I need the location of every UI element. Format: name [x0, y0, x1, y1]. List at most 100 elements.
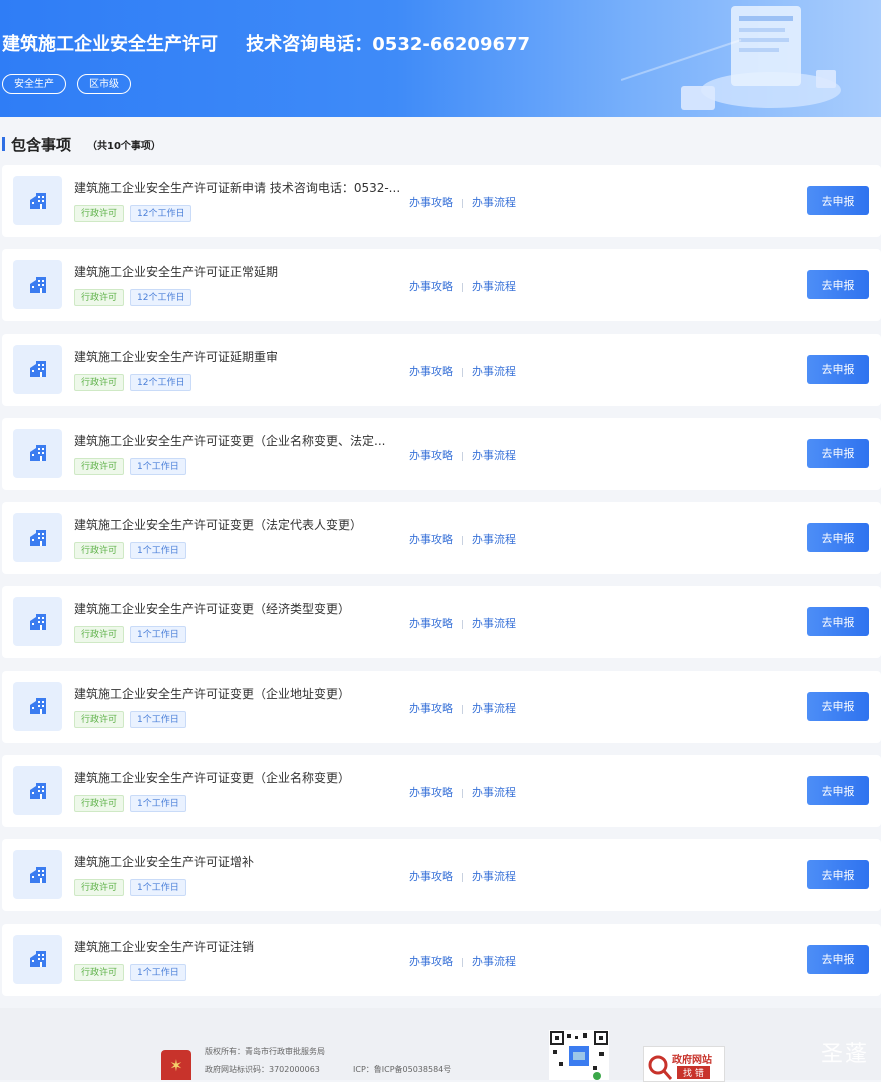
item-type-badge: 行政许可 [74, 542, 125, 560]
section-accent-bar [2, 137, 5, 151]
guide-link[interactable]: 办事攻略 [409, 533, 453, 546]
guide-link[interactable]: 办事攻略 [409, 365, 453, 378]
header-banner: 建筑施工企业安全生产许可 技术咨询电话：0532-66209677 安全生产 区… [0, 0, 881, 117]
footer-icp[interactable]: ICP：鲁ICP备05038584号 [353, 1064, 451, 1075]
gov-badge-subtitle: 找 错 [677, 1066, 710, 1079]
item-title[interactable]: 建筑施工企业安全生产许可证延期重审 [74, 348, 278, 365]
item-title[interactable]: 建筑施工企业安全生产许可证注销 [74, 938, 254, 955]
guide-link[interactable]: 办事攻略 [409, 702, 453, 715]
item-title[interactable]: 建筑施工企业安全生产许可证变更（企业名称变更、法定... [74, 432, 385, 449]
building-icon [13, 681, 62, 731]
item-links: 办事攻略 | 办事流程 [409, 531, 516, 547]
section-header: 包含事项 （共10个事项） [0, 134, 881, 154]
building-icon [13, 428, 62, 478]
flow-link[interactable]: 办事流程 [472, 196, 516, 209]
apply-button[interactable]: 去申报 [807, 776, 869, 806]
link-separator: | [461, 873, 465, 884]
apply-button[interactable]: 去申报 [807, 270, 869, 300]
link-separator: | [461, 789, 465, 800]
tag-district-level[interactable]: 区市级 [77, 74, 131, 94]
apply-button[interactable]: 去申报 [807, 860, 869, 890]
guide-link[interactable]: 办事攻略 [409, 196, 453, 209]
building-icon [13, 766, 62, 816]
item-links: 办事攻略 | 办事流程 [409, 363, 516, 379]
flow-link[interactable]: 办事流程 [472, 365, 516, 378]
item-title[interactable]: 建筑施工企业安全生产许可证变更（经济类型变更） [74, 600, 350, 617]
item-type-badge: 行政许可 [74, 963, 125, 981]
item-title[interactable]: 建筑施工企业安全生产许可证正常延期 [74, 263, 278, 280]
apply-button[interactable]: 去申报 [807, 186, 869, 215]
item-links: 办事攻略 | 办事流程 [409, 194, 516, 210]
item-title[interactable]: 建筑施工企业安全生产许可证增补 [74, 853, 254, 870]
list-item-1: 建筑施工企业安全生产许可证新申请 技术咨询电话：0532-... 行政许可 12… [2, 165, 881, 237]
apply-button[interactable]: 去申报 [807, 944, 869, 974]
item-links: 办事攻略 | 办事流程 [409, 784, 516, 800]
gov-site-error-badge[interactable]: 政府网站 找 错 [643, 1046, 725, 1082]
item-title[interactable]: 建筑施工企业安全生产许可证变更（企业名称变更） [74, 769, 350, 786]
list-item-10: 建筑施工企业安全生产许可证注销 行政许可 1个工作日 办事攻略 | 办事流程 去申报 [2, 923, 881, 996]
building-icon [13, 176, 62, 225]
guide-link[interactable]: 办事攻略 [409, 617, 453, 630]
apply-button[interactable]: 去申报 [807, 607, 869, 637]
footer-site-id: 政府网站标识码：3702000063 [205, 1065, 320, 1074]
link-separator: | [461, 704, 465, 715]
apply-button[interactable]: 去申报 [807, 691, 869, 721]
guide-link[interactable]: 办事攻略 [409, 280, 453, 293]
magnifier-icon [648, 1055, 672, 1080]
apply-button[interactable]: 去申报 [807, 438, 869, 468]
link-separator: | [461, 283, 465, 294]
item-duration-badge: 1个工作日 [130, 795, 186, 813]
link-separator: | [461, 199, 465, 209]
item-links: 办事攻略 | 办事流程 [409, 615, 516, 631]
guide-link[interactable]: 办事攻略 [409, 449, 453, 462]
flow-link[interactable]: 办事流程 [472, 786, 516, 799]
item-duration-badge: 12个工作日 [130, 205, 192, 222]
item-type-badge: 行政许可 [74, 626, 125, 644]
flow-link[interactable]: 办事流程 [472, 280, 516, 293]
flow-link[interactable]: 办事流程 [472, 617, 516, 630]
building-icon [13, 260, 62, 310]
link-separator: | [461, 536, 465, 547]
list-item-4: 建筑施工企业安全生产许可证变更（企业名称变更、法定... 行政许可 1个工作日 … [2, 417, 881, 490]
footer: ✶ 版权所有：青岛市行政审批服务局 政府网站标识码：3702000063 ICP… [0, 1008, 881, 1082]
section-title: 包含事项 [11, 136, 72, 154]
flow-link[interactable]: 办事流程 [472, 533, 516, 546]
list-item-3: 建筑施工企业安全生产许可证延期重审 行政许可 12个工作日 办事攻略 | 办事流程 … [2, 333, 881, 406]
item-duration-badge: 12个工作日 [130, 373, 192, 391]
item-duration-badge: 1个工作日 [130, 542, 186, 560]
item-type-badge: 行政许可 [74, 205, 125, 222]
flow-link[interactable]: 办事流程 [472, 870, 516, 883]
section-count: （共10个事项） [87, 141, 161, 152]
item-duration-badge: 1个工作日 [130, 457, 186, 475]
link-separator: | [461, 367, 465, 378]
item-type-badge: 行政许可 [74, 795, 125, 813]
item-duration-badge: 1个工作日 [130, 626, 186, 644]
page-title: 建筑施工企业安全生产许可 技术咨询电话：0532-66209677 [2, 30, 530, 56]
flow-link[interactable]: 办事流程 [472, 702, 516, 715]
guide-link[interactable]: 办事攻略 [409, 870, 453, 883]
footer-copyright: 版权所有：青岛市行政审批服务局 [205, 1047, 325, 1056]
flow-link[interactable]: 办事流程 [472, 955, 516, 968]
item-type-badge: 行政许可 [74, 373, 125, 391]
list-item-9: 建筑施工企业安全生产许可证增补 行政许可 1个工作日 办事攻略 | 办事流程 去申报 [2, 839, 881, 912]
item-duration-badge: 1个工作日 [130, 963, 186, 981]
item-title[interactable]: 建筑施工企业安全生产许可证变更（法定代表人变更） [74, 516, 362, 533]
apply-button[interactable]: 去申报 [807, 354, 869, 384]
emblem-icon: ✶ [161, 1050, 191, 1080]
flow-link[interactable]: 办事流程 [472, 449, 516, 462]
item-links: 办事攻略 | 办事流程 [409, 447, 516, 463]
watermark: 圣蓬 [820, 1042, 869, 1067]
gov-badge-title: 政府网站 [672, 1055, 712, 1066]
item-title[interactable]: 建筑施工企业安全生产许可证新申请 技术咨询电话：0532-... [74, 179, 400, 196]
building-icon [13, 934, 62, 984]
apply-button[interactable]: 去申报 [807, 523, 869, 553]
link-separator: | [461, 957, 465, 968]
item-title[interactable]: 建筑施工企业安全生产许可证变更（企业地址变更） [74, 685, 350, 702]
page-title-text: 建筑施工企业安全生产许可 [2, 34, 218, 55]
guide-link[interactable]: 办事攻略 [409, 955, 453, 968]
tag-safety-production[interactable]: 安全生产 [2, 74, 66, 94]
item-duration-badge: 1个工作日 [130, 879, 186, 897]
building-icon [13, 344, 62, 394]
guide-link[interactable]: 办事攻略 [409, 786, 453, 799]
item-type-badge: 行政许可 [74, 289, 125, 307]
